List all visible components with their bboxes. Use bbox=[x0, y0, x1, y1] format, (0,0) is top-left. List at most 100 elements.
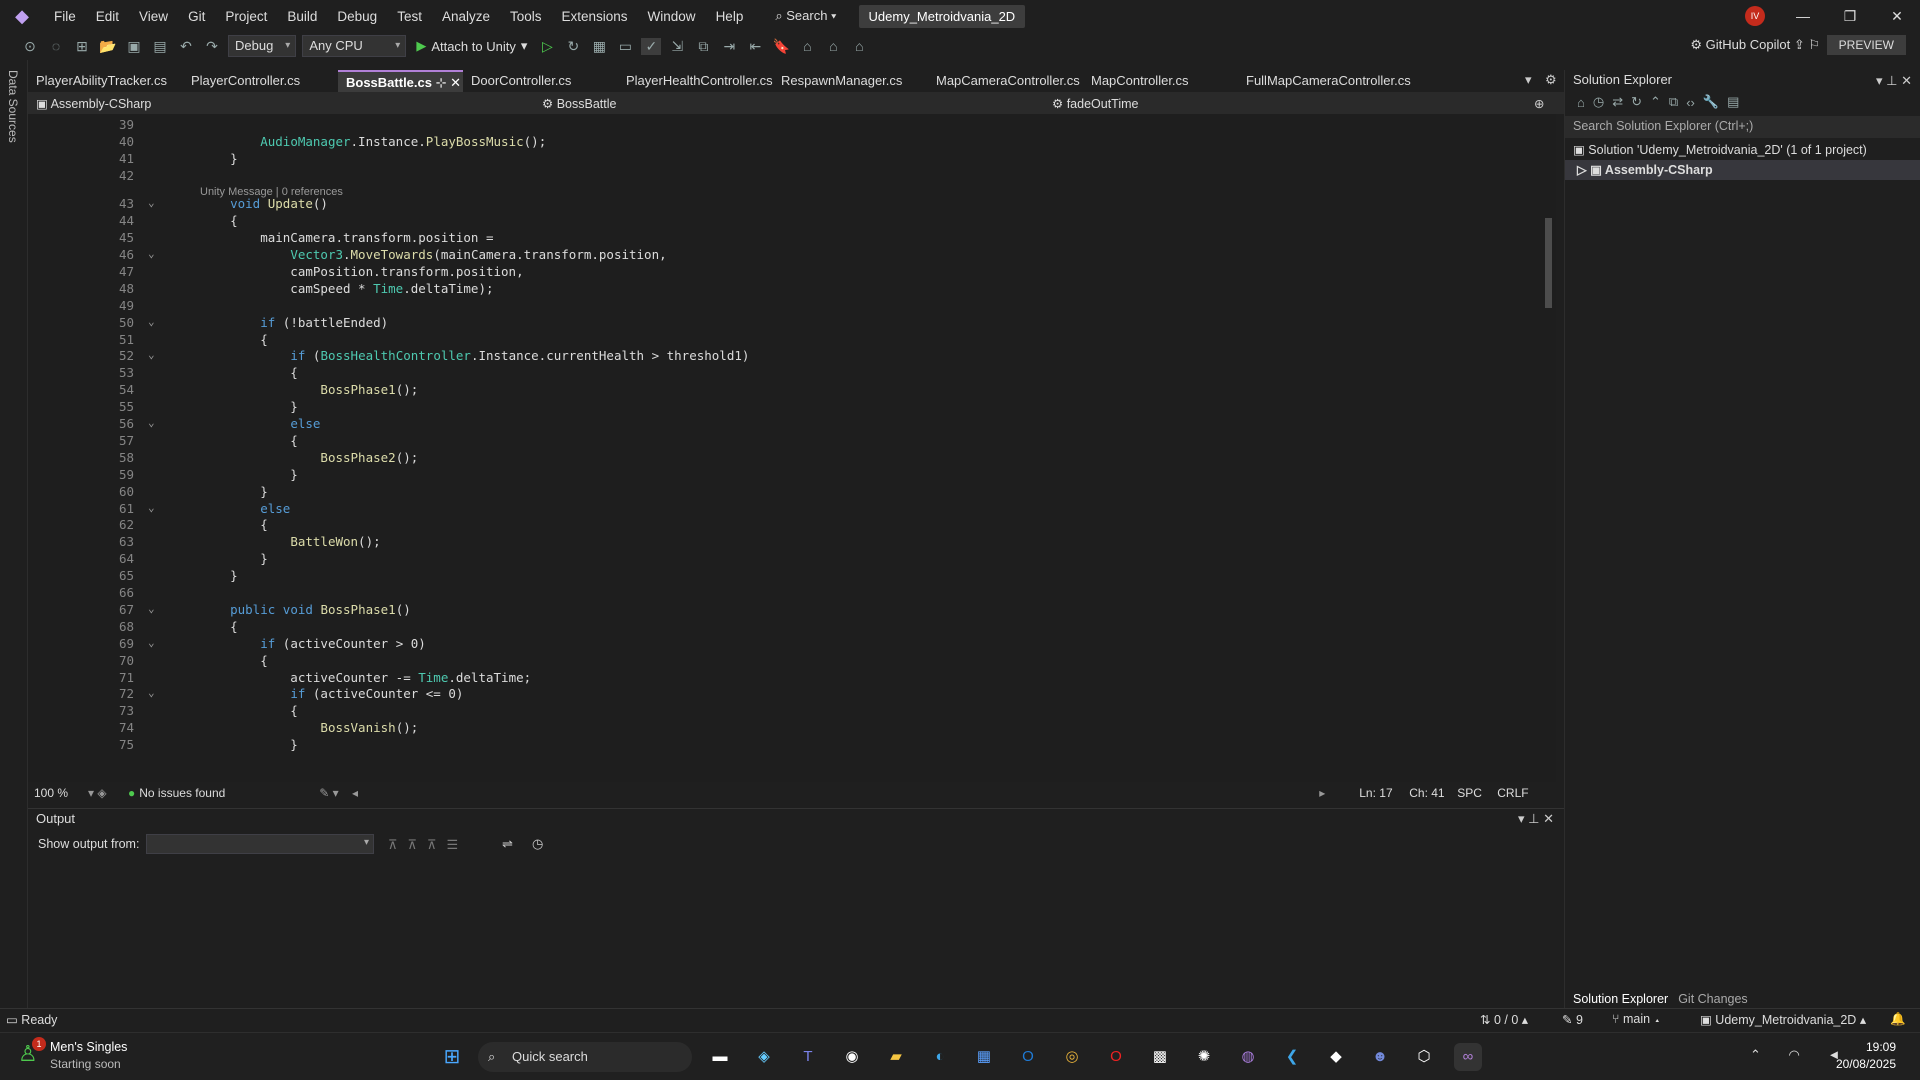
opera-icon[interactable]: O bbox=[1102, 1043, 1130, 1071]
column-indicator[interactable]: Ch: 41 bbox=[1409, 786, 1457, 800]
undo-icon[interactable]: ↶ bbox=[176, 38, 196, 55]
chrome-icon[interactable]: ◎ bbox=[1058, 1043, 1086, 1071]
file-explorer-icon[interactable]: ▰ bbox=[882, 1043, 910, 1071]
prev-bookmark-icon[interactable]: ⌂ bbox=[797, 38, 817, 54]
code-line[interactable]: else bbox=[200, 416, 320, 431]
tab-playercontroller-cs[interactable]: PlayerController.cs bbox=[183, 70, 338, 92]
menu-item-debug[interactable]: Debug bbox=[327, 9, 387, 24]
notifications-icon[interactable]: 🔔 bbox=[1890, 1012, 1906, 1027]
refresh-icon[interactable]: ↻ bbox=[1631, 94, 1642, 110]
fold-toggle-icon[interactable]: ⌄ bbox=[148, 196, 155, 209]
github-desktop-icon[interactable]: ◍ bbox=[1234, 1043, 1262, 1071]
bookmark-icon[interactable]: 🔖 bbox=[771, 38, 791, 55]
code-line[interactable]: if (activeCounter > 0) bbox=[200, 636, 426, 651]
fold-toggle-icon[interactable]: ⌄ bbox=[148, 636, 155, 649]
fold-toggle-icon[interactable]: ⌄ bbox=[148, 416, 155, 429]
menu-item-file[interactable]: File bbox=[44, 9, 86, 24]
code-line[interactable]: BattleWon(); bbox=[200, 534, 380, 549]
code-line[interactable]: } bbox=[200, 568, 238, 583]
chatgpt-icon[interactable]: ✺ bbox=[1190, 1043, 1218, 1071]
class-dropdown[interactable]: ⚙ BossBattle bbox=[534, 96, 1044, 111]
code-line[interactable]: Vector3.MoveTowards(mainCamera.transform… bbox=[200, 247, 666, 262]
code-line[interactable]: public void BossPhase1() bbox=[200, 602, 411, 617]
fold-toggle-icon[interactable]: ⌄ bbox=[148, 247, 155, 260]
minimize-icon[interactable]: — bbox=[1780, 0, 1826, 32]
code-line[interactable]: if (BossHealthController.Instance.curren… bbox=[200, 348, 749, 363]
code-line[interactable]: if (activeCounter <= 0) bbox=[200, 686, 463, 701]
diagnostics-icon[interactable]: ⧉ bbox=[693, 38, 713, 55]
code-line[interactable]: else bbox=[200, 501, 290, 516]
widget-title[interactable]: Men's Singles bbox=[50, 1040, 127, 1054]
outlook-icon[interactable]: O bbox=[1014, 1043, 1042, 1071]
zoom-select[interactable]: 100 % bbox=[28, 786, 88, 800]
code-line[interactable]: } bbox=[200, 399, 298, 414]
edge-icon[interactable]: ◐ bbox=[926, 1043, 954, 1071]
code-line[interactable]: { bbox=[200, 213, 238, 228]
view-code-icon[interactable]: ‹› bbox=[1686, 95, 1695, 110]
copilot-app-icon[interactable]: ◈ bbox=[750, 1043, 778, 1071]
tab-respawnmanager-cs[interactable]: RespawnManager.cs bbox=[773, 70, 928, 92]
code-line[interactable]: mainCamera.transform.position = bbox=[200, 230, 493, 245]
code-line[interactable]: BossPhase1(); bbox=[200, 382, 418, 397]
home-icon[interactable]: ⌂ bbox=[1577, 95, 1585, 110]
fold-toggle-icon[interactable]: ⌄ bbox=[148, 315, 155, 328]
expand-arrow-icon[interactable]: ▷ bbox=[1577, 163, 1587, 177]
vertical-scrollbar[interactable] bbox=[1542, 114, 1556, 782]
code-line[interactable]: AudioManager.Instance.PlayBossMusic(); bbox=[200, 134, 546, 149]
step-into-icon[interactable]: ⇲ bbox=[667, 38, 687, 55]
tab-playerhealthcontroller-cs[interactable]: PlayerHealthController.cs bbox=[618, 70, 773, 92]
timestamp-icon[interactable]: ◷ bbox=[532, 836, 543, 852]
spell-check-icon[interactable]: ✓ bbox=[641, 37, 662, 55]
sports-widget-icon[interactable]: ♙ 1 bbox=[18, 1037, 48, 1071]
show-all-files-icon[interactable]: ⧉ bbox=[1669, 94, 1678, 110]
solution-search-input[interactable]: Search Solution Explorer (Ctrl+;) bbox=[1565, 116, 1920, 138]
branch-indicator[interactable]: ⑂ main ▴ bbox=[1612, 1012, 1661, 1026]
menu-item-window[interactable]: Window bbox=[638, 9, 706, 24]
fold-toggle-icon[interactable]: ⌄ bbox=[148, 348, 155, 361]
platform-select[interactable]: Any CPU bbox=[302, 35, 407, 57]
task-view-icon[interactable]: ▬ bbox=[706, 1043, 734, 1071]
vscode-icon[interactable]: ❮ bbox=[1278, 1043, 1306, 1071]
code-line[interactable]: BossVanish(); bbox=[200, 720, 418, 735]
code-line[interactable]: } bbox=[200, 551, 268, 566]
menu-item-analyze[interactable]: Analyze bbox=[432, 9, 500, 24]
code-line[interactable]: } bbox=[200, 151, 238, 166]
split-icon[interactable]: ⊕ bbox=[1534, 96, 1544, 111]
clock-time[interactable]: 19:09 bbox=[1830, 1040, 1896, 1054]
back-icon[interactable]: ⊙ bbox=[20, 38, 40, 55]
project-node[interactable]: ▷ ▣ Assembly-CSharp bbox=[1565, 160, 1920, 180]
code-line[interactable]: { bbox=[200, 619, 238, 634]
visual-studio-icon[interactable]: ∞ bbox=[1454, 1043, 1482, 1071]
tab-pin-close-icon[interactable]: ⊹ ✕ bbox=[432, 75, 461, 90]
whitespace-indicator[interactable]: SPC bbox=[1457, 786, 1497, 800]
fold-toggle-icon[interactable]: ⌄ bbox=[148, 602, 155, 615]
code-line[interactable]: { bbox=[200, 433, 298, 448]
menu-item-build[interactable]: Build bbox=[277, 9, 327, 24]
teams-icon[interactable]: T bbox=[794, 1043, 822, 1071]
new-project-icon[interactable]: ⊞ bbox=[72, 38, 92, 55]
menu-item-git[interactable]: Git bbox=[178, 9, 215, 24]
code-line[interactable]: BossPhase2(); bbox=[200, 450, 418, 465]
issues-status[interactable]: No issues found bbox=[139, 786, 319, 800]
search-menu[interactable]: ⌕ Search ▾ bbox=[767, 8, 844, 24]
code-line[interactable]: } bbox=[200, 484, 268, 499]
preview-selected-icon[interactable]: ▤ bbox=[1727, 94, 1739, 110]
browse-icon[interactable]: ▦ bbox=[589, 38, 609, 55]
project-dropdown[interactable]: ▣ Assembly-CSharp bbox=[28, 96, 534, 111]
menu-item-project[interactable]: Project bbox=[215, 9, 277, 24]
output-pane-controls[interactable]: ▾ ⊥ ✕ bbox=[1518, 811, 1554, 827]
code-line[interactable]: camSpeed * Time.deltaTime); bbox=[200, 281, 493, 296]
menu-item-test[interactable]: Test bbox=[387, 9, 432, 24]
menu-item-tools[interactable]: Tools bbox=[500, 9, 552, 24]
save-icon[interactable]: ▣ bbox=[124, 38, 144, 55]
code-line[interactable]: { bbox=[200, 517, 268, 532]
clear-bookmarks-icon[interactable]: ⌂ bbox=[849, 38, 869, 54]
save-all-icon[interactable]: ▤ bbox=[150, 38, 170, 55]
tab-fullmapcameracontroller-cs[interactable]: FullMapCameraController.cs bbox=[1238, 70, 1411, 92]
avatar[interactable]: IV bbox=[1745, 6, 1765, 26]
next-bookmark-icon[interactable]: ⌂ bbox=[823, 38, 843, 54]
redo-icon[interactable]: ↷ bbox=[202, 38, 222, 55]
layout-icon[interactable]: ▭ bbox=[615, 38, 635, 55]
tab-git-changes[interactable]: Git Changes bbox=[1678, 992, 1747, 1006]
line-indicator[interactable]: Ln: 17 bbox=[1359, 786, 1409, 800]
